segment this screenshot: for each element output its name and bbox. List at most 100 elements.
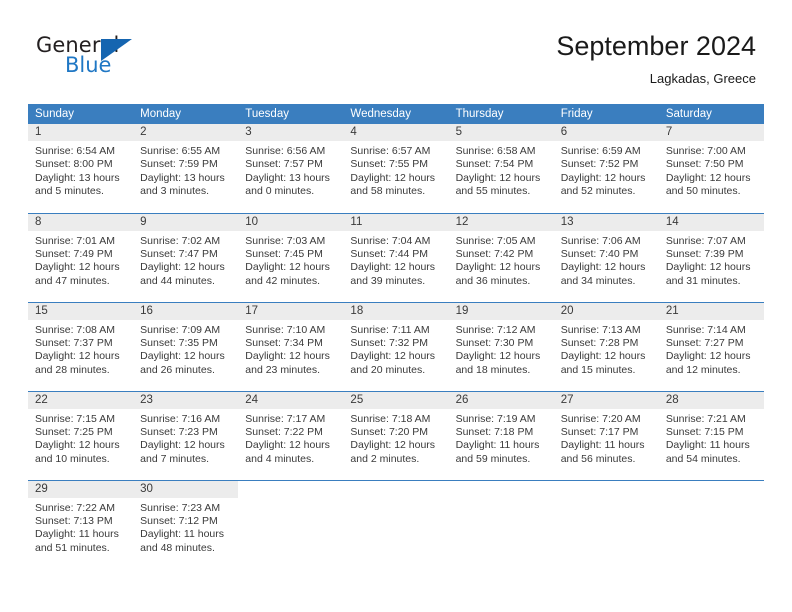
calendar-day-cell[interactable]: 14 Sunrise: 7:07 AM Sunset: 7:39 PM Dayl… (658, 212, 764, 302)
sunrise-text: Sunrise: 7:14 AM (665, 323, 746, 336)
day-info: Sunrise: 6:58 AM Sunset: 7:54 PM Dayligh… (449, 141, 554, 199)
daylight-text-line2: and 20 minutes. (350, 363, 426, 376)
calendar-day-cell[interactable]: 28 Sunrise: 7:21 AM Sunset: 7:15 PM Dayl… (658, 390, 764, 480)
day-number: 27 (553, 391, 659, 409)
calendar-day-cell[interactable]: 17 Sunrise: 7:10 AM Sunset: 7:34 PM Dayl… (238, 301, 344, 391)
day-number (238, 480, 344, 498)
day-number: 30 (133, 480, 239, 498)
day-info: Sunrise: 7:09 AM Sunset: 7:35 PM Dayligh… (133, 320, 238, 378)
daylight-text-line2: and 23 minutes. (245, 363, 320, 376)
calendar-day-cell[interactable]: 15 Sunrise: 7:08 AM Sunset: 7:37 PM Dayl… (28, 301, 134, 391)
day-info: Sunrise: 6:59 AM Sunset: 7:52 PM Dayligh… (554, 141, 659, 199)
daylight-text-line2: and 4 minutes. (245, 452, 315, 465)
daylight-text-line2: and 31 minutes. (665, 274, 741, 287)
daylight-text-line1: Daylight: 12 hours (560, 171, 646, 184)
calendar-day-cell[interactable]: 12 Sunrise: 7:05 AM Sunset: 7:42 PM Dayl… (448, 212, 554, 302)
daylight-text-line2: and 34 minutes. (560, 274, 636, 287)
sunrise-text: Sunrise: 7:22 AM (35, 501, 115, 514)
day-info: Sunrise: 6:54 AM Sunset: 8:00 PM Dayligh… (28, 141, 133, 199)
calendar-day-cell[interactable]: 5 Sunrise: 6:58 AM Sunset: 7:54 PM Dayli… (448, 124, 554, 213)
calendar-day-cell[interactable]: 11 Sunrise: 7:04 AM Sunset: 7:44 PM Dayl… (343, 212, 449, 302)
daylight-text-line1: Daylight: 11 hours (665, 439, 750, 452)
calendar-day-cell[interactable]: 21 Sunrise: 7:14 AM Sunset: 7:27 PM Dayl… (658, 301, 764, 391)
daylight-text-line1: Daylight: 12 hours (245, 350, 330, 363)
day-number: 17 (238, 302, 344, 320)
day-info: Sunrise: 6:55 AM Sunset: 7:59 PM Dayligh… (133, 141, 238, 199)
daylight-text-line1: Daylight: 12 hours (35, 261, 120, 274)
calendar-day-cell[interactable]: 7 Sunrise: 7:00 AM Sunset: 7:50 PM Dayli… (658, 124, 764, 213)
day-number: 2 (133, 124, 239, 141)
sunrise-text: Sunrise: 7:01 AM (35, 234, 115, 247)
daylight-text-line2: and 54 minutes. (665, 452, 741, 465)
calendar-day-cell[interactable]: 6 Sunrise: 6:59 AM Sunset: 7:52 PM Dayli… (553, 124, 659, 213)
day-info: Sunrise: 7:04 AM Sunset: 7:44 PM Dayligh… (343, 231, 448, 289)
calendar-day-cell[interactable]: 29 Sunrise: 7:22 AM Sunset: 7:13 PM Dayl… (28, 479, 134, 569)
calendar-day-cell[interactable]: 2 Sunrise: 6:55 AM Sunset: 7:59 PM Dayli… (133, 124, 239, 213)
calendar-week-row: 1 Sunrise: 6:54 AM Sunset: 8:00 PM Dayli… (28, 124, 764, 213)
daylight-text-line2: and 2 minutes. (350, 452, 420, 465)
general-blue-logo[interactable]: General Blue (36, 33, 186, 89)
sunset-text: Sunset: 7:45 PM (245, 247, 323, 260)
day-info: Sunrise: 7:06 AM Sunset: 7:40 PM Dayligh… (554, 231, 659, 289)
calendar-grid: Sunday Monday Tuesday Wednesday Thursday… (28, 104, 764, 569)
day-number: 1 (28, 124, 134, 141)
calendar-day-cell[interactable]: 1 Sunrise: 6:54 AM Sunset: 8:00 PM Dayli… (28, 124, 134, 213)
day-info: Sunrise: 7:16 AM Sunset: 7:23 PM Dayligh… (133, 409, 238, 467)
sunset-text: Sunset: 7:52 PM (560, 158, 639, 171)
daylight-text-line1: Daylight: 12 hours (35, 350, 120, 363)
daylight-text-line1: Daylight: 13 hours (140, 171, 225, 184)
sunrise-text: Sunrise: 7:10 AM (245, 323, 326, 336)
sunset-text: Sunset: 7:47 PM (140, 247, 218, 260)
calendar-day-cell[interactable]: 24 Sunrise: 7:17 AM Sunset: 7:22 PM Dayl… (238, 390, 344, 480)
calendar-day-cell[interactable]: 23 Sunrise: 7:16 AM Sunset: 7:23 PM Dayl… (133, 390, 239, 480)
calendar-day-cell[interactable]: 26 Sunrise: 7:19 AM Sunset: 7:18 PM Dayl… (448, 390, 554, 480)
calendar-page: General Blue September 2024 Lagkadas, Gr… (0, 0, 792, 612)
calendar-day-cell[interactable]: 9 Sunrise: 7:02 AM Sunset: 7:47 PM Dayli… (133, 212, 239, 302)
calendar-day-cell[interactable]: 19 Sunrise: 7:12 AM Sunset: 7:30 PM Dayl… (448, 301, 554, 391)
sunrise-text: Sunrise: 7:02 AM (140, 234, 221, 247)
calendar-day-cell[interactable]: 27 Sunrise: 7:20 AM Sunset: 7:17 PM Dayl… (553, 390, 659, 480)
daylight-text-line2: and 50 minutes. (665, 185, 741, 198)
daylight-text-line2: and 7 minutes. (140, 452, 210, 465)
sunrise-text: Sunrise: 7:15 AM (35, 412, 115, 425)
sunset-text: Sunset: 7:32 PM (350, 336, 429, 349)
sunrise-text: Sunrise: 7:03 AM (245, 234, 326, 247)
sunrise-text: Sunrise: 7:08 AM (35, 323, 115, 336)
calendar-day-cell[interactable]: 13 Sunrise: 7:06 AM Sunset: 7:40 PM Dayl… (553, 212, 659, 302)
sunset-text: Sunset: 7:44 PM (350, 247, 429, 260)
day-number: 5 (448, 124, 554, 141)
weekday-header-monday: Monday (133, 104, 239, 124)
day-number: 7 (658, 124, 764, 141)
calendar-day-cell[interactable]: 20 Sunrise: 7:13 AM Sunset: 7:28 PM Dayl… (553, 301, 659, 391)
sunrise-text: Sunrise: 6:57 AM (350, 145, 431, 157)
calendar-header-row: Sunday Monday Tuesday Wednesday Thursday… (28, 104, 764, 124)
calendar-day-cell[interactable]: 8 Sunrise: 7:01 AM Sunset: 7:49 PM Dayli… (28, 212, 134, 302)
calendar-day-cell[interactable]: 3 Sunrise: 6:56 AM Sunset: 7:57 PM Dayli… (238, 124, 344, 213)
daylight-text-line2: and 39 minutes. (350, 274, 426, 287)
calendar-day-cell-empty (448, 479, 554, 569)
calendar-day-cell[interactable]: 16 Sunrise: 7:09 AM Sunset: 7:35 PM Dayl… (133, 301, 239, 391)
day-number: 12 (448, 213, 554, 231)
sunrise-text: Sunrise: 7:09 AM (140, 323, 221, 336)
calendar-day-cell[interactable]: 22 Sunrise: 7:15 AM Sunset: 7:25 PM Dayl… (28, 390, 134, 480)
calendar-body: 1 Sunrise: 6:54 AM Sunset: 8:00 PM Dayli… (28, 124, 764, 569)
sunset-text: Sunset: 7:50 PM (665, 158, 744, 171)
calendar-day-cell[interactable]: 18 Sunrise: 7:11 AM Sunset: 7:32 PM Dayl… (343, 301, 449, 391)
sunset-text: Sunset: 7:40 PM (560, 247, 639, 260)
calendar-day-cell[interactable]: 25 Sunrise: 7:18 AM Sunset: 7:20 PM Dayl… (343, 390, 449, 480)
calendar-day-cell[interactable]: 4 Sunrise: 6:57 AM Sunset: 7:55 PM Dayli… (343, 124, 449, 213)
sunrise-text: Sunrise: 7:12 AM (455, 323, 536, 336)
sunrise-text: Sunrise: 7:17 AM (245, 412, 326, 425)
calendar-day-cell[interactable]: 30 Sunrise: 7:23 AM Sunset: 7:12 PM Dayl… (133, 479, 239, 569)
sunset-text: Sunset: 7:23 PM (140, 425, 218, 438)
day-number: 13 (553, 213, 659, 231)
day-number: 25 (343, 391, 449, 409)
day-number: 28 (658, 391, 764, 409)
day-number: 4 (343, 124, 449, 141)
weekday-header-thursday: Thursday (448, 104, 554, 124)
daylight-text-line2: and 28 minutes. (35, 363, 110, 376)
sunrise-text: Sunrise: 7:00 AM (665, 145, 746, 157)
day-info: Sunrise: 7:17 AM Sunset: 7:22 PM Dayligh… (238, 409, 343, 467)
sunset-text: Sunset: 7:12 PM (140, 514, 218, 527)
calendar-day-cell[interactable]: 10 Sunrise: 7:03 AM Sunset: 7:45 PM Dayl… (238, 212, 344, 302)
